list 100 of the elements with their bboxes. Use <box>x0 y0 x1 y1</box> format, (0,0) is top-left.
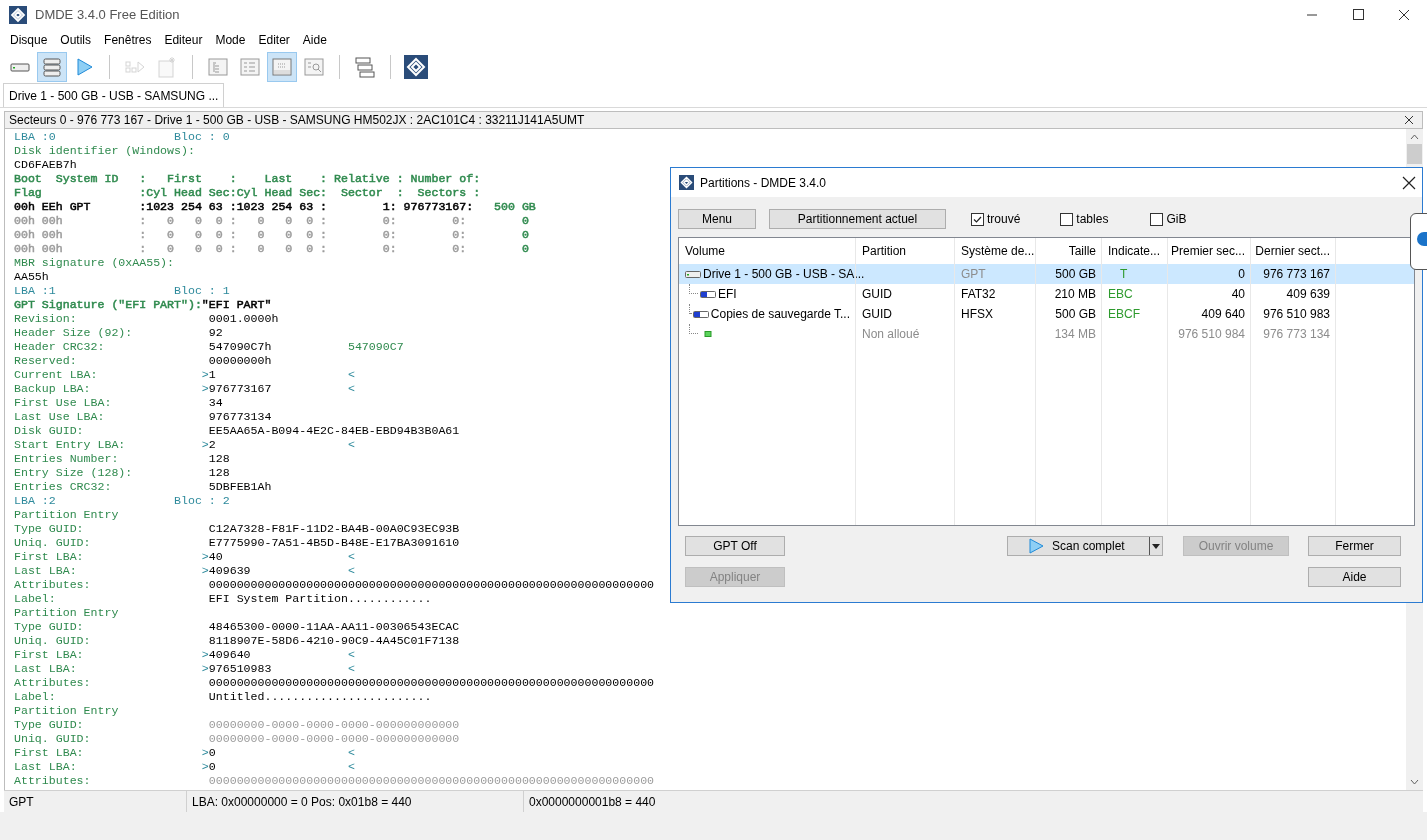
field-value: 976510983 <box>208 662 273 676</box>
field-label: First Use LBA: <box>14 396 113 410</box>
menu-item[interactable]: Editer <box>258 31 290 49</box>
pointer-mark: > <box>201 550 209 564</box>
pointer-mark: > <box>201 662 209 676</box>
menu-item[interactable]: Outils <box>60 31 92 49</box>
field-label: Entries Number: <box>14 452 120 466</box>
pointer-mark: < <box>347 438 355 452</box>
dropdown-arrow-icon[interactable] <box>1152 543 1160 549</box>
dialog-button[interactable]: Aide <box>1308 567 1401 587</box>
field-label: First LBA: <box>14 648 85 662</box>
pointer-mark: > <box>201 382 209 396</box>
volume-name: EFI <box>718 286 737 303</box>
list-view-icon <box>238 55 262 79</box>
lba-label: LBA :1 <box>14 284 57 298</box>
toolbar-button[interactable] <box>37 52 67 82</box>
field-label: Header Size (92): <box>14 326 134 340</box>
field-value: Untitled........................ <box>208 690 432 704</box>
toolbar-button[interactable] <box>401 52 431 82</box>
field-value: 1 <box>208 368 217 382</box>
field-value: 00000000-0000-0000-0000-000000000000 <box>208 732 460 746</box>
field-label: Disk GUID: <box>14 424 85 438</box>
dump-text: AA55h <box>14 270 49 284</box>
table-cell-text: 976 773 167 <box>1263 266 1330 283</box>
dialog-button[interactable]: Menu <box>678 209 756 229</box>
field-value: 976773134 <box>208 410 273 424</box>
dump-text: Partition Entry <box>14 508 119 522</box>
partition-icon <box>700 289 716 299</box>
dialog-button[interactable]: Partitionnement actuel <box>769 209 946 229</box>
list-row[interactable]: EFI GUID FAT32 210 MB EBC 40 409 639 <box>679 284 1414 304</box>
menu-item[interactable]: Fenêtres <box>104 31 152 49</box>
field-value: 8118907E-58D6-4210-90C9-4A45C01F7138 <box>208 634 460 648</box>
stacked-panes-icon <box>353 55 377 79</box>
list-row[interactable]: Drive 1 - 500 GB - USB - SA... GPT 500 GB T 0 976 773 167 <box>679 264 1414 284</box>
pointer-mark: < <box>347 760 355 774</box>
close-icon[interactable] <box>1402 175 1416 190</box>
play-icon <box>1028 538 1044 554</box>
table-cell-text: 409 639 <box>1286 286 1330 303</box>
dialog-button[interactable]: GPT Off <box>685 536 785 556</box>
field-label: Label: <box>14 690 57 704</box>
table-cell-text: 409 640 <box>1201 306 1245 323</box>
column-header[interactable]: Partition <box>856 238 955 264</box>
menu-item[interactable]: Disque <box>10 31 48 49</box>
checkbox[interactable]: GiB <box>1150 210 1187 228</box>
column-header[interactable]: Taille <box>1036 238 1102 264</box>
panel-title: Secteurs 0 - 976 773 167 - Drive 1 - 500 GB - USB - SAMSUNG HM502JX : 2AC101C4 : 33211J141A5UMT <box>8 112 585 129</box>
field-value: C12A7328-F81F-11D2-BA4B-00A0C93EC93B <box>208 522 460 536</box>
drive-tab[interactable]: Drive 1 - 500 GB - USB - SAMSUNG ... <box>3 83 225 107</box>
lba-label: LBA :0 <box>14 130 57 144</box>
app-logo-icon <box>404 55 428 79</box>
field-value: 92 <box>208 326 224 340</box>
menu-item[interactable]: Mode <box>215 31 246 49</box>
scroll-thumb[interactable] <box>1407 144 1422 164</box>
dump-line: 00h 00h : 0 0 0 : 0 0 0 : 0: 0: 0 <box>14 214 529 228</box>
list-row[interactable]: Non alloué 134 MB 976 510 984 976 773 134 <box>679 324 1414 344</box>
dialog-button[interactable]: Fermer <box>1308 536 1401 556</box>
table-cell-text: 40 <box>1231 286 1245 303</box>
field-label: Last LBA: <box>14 760 78 774</box>
pointer-mark: > <box>201 438 209 452</box>
field-value: 128 <box>208 452 231 466</box>
field-value: 48465300-0000-11AA-AA11-00306543ECAC <box>208 620 460 634</box>
table-cell-text: 500 GB <box>1055 306 1096 323</box>
dump-line: Flag :Cyl Head Sec:Cyl Head Sec: Sector : Sectors : <box>14 186 481 200</box>
grid-view-icon <box>270 55 294 79</box>
close-icon[interactable] <box>1404 115 1414 125</box>
block-label: Bloc : 0 <box>174 130 230 144</box>
dump-line: GPT Signature ("EFI PART"):"EFI PART" <box>14 298 272 312</box>
table-cell-text: HFSX <box>961 306 993 323</box>
column-header[interactable]: Système de... <box>955 238 1036 264</box>
field-value: 00000000h <box>208 354 273 368</box>
app-logo-icon <box>679 175 694 190</box>
dialog-button[interactable]: Scan complet <box>1007 536 1163 556</box>
table-cell-text: 210 MB <box>1054 286 1096 303</box>
status-text: 0x0000000001b8 = 440 <box>528 793 657 811</box>
pointer-mark: > <box>201 746 209 760</box>
column-header[interactable]: Indicate... <box>1102 238 1168 264</box>
app-logo-icon <box>9 6 27 24</box>
field-value: EFI System Partition............ <box>208 592 432 606</box>
field-label: Last Use LBA: <box>14 410 106 424</box>
dump-text: MBR signature (0xAA55): <box>14 256 175 270</box>
field-label: Type GUID: <box>14 718 85 732</box>
field-label: Type GUID: <box>14 620 85 634</box>
menu-item[interactable]: Aide <box>302 31 327 49</box>
table-cell-text: EBC <box>1108 286 1133 303</box>
menu-item[interactable]: Editeur <box>164 31 203 49</box>
column-header[interactable]: Dernier sect... <box>1251 238 1336 264</box>
list-row[interactable]: Copies de sauvegarde T... GUID HFSX 500 GB EBCF 409 640 976 510 983 <box>679 304 1414 324</box>
pointer-mark: < <box>347 648 355 662</box>
dump-line: Boot System ID : First : Last : Relative : Number of: <box>14 172 481 186</box>
checkbox[interactable]: tables <box>1060 210 1109 228</box>
checkbox[interactable]: trouvé <box>971 210 1021 228</box>
column-header[interactable]: Volume <box>679 238 856 264</box>
table-cell-text: GUID <box>862 286 892 303</box>
dump-text: Disk identifier (Windows): <box>14 144 195 158</box>
field-value: 2 <box>208 438 217 452</box>
field-value: 976773167 <box>208 382 273 396</box>
field-label: Last LBA: <box>14 662 78 676</box>
column-header[interactable]: Premier sec... <box>1168 238 1251 264</box>
block-label: Bloc : 1 <box>174 284 230 298</box>
volume-name: Drive 1 - 500 GB - USB - SA... <box>703 266 865 283</box>
